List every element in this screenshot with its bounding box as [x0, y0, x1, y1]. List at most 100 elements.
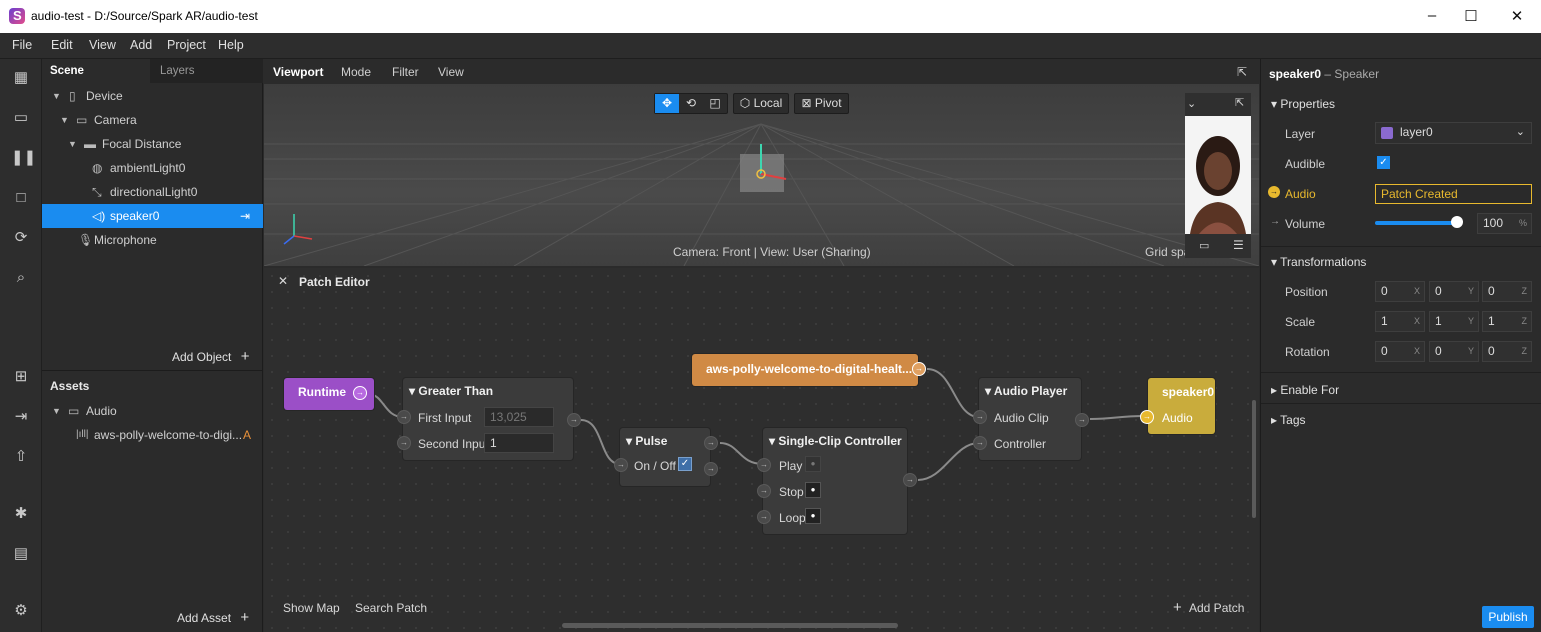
play-pulse-button[interactable]: ●	[805, 456, 821, 472]
player-output-port[interactable]: →	[1075, 413, 1089, 427]
tree-item-ambient-light[interactable]: ◍ ambientLight0	[42, 156, 263, 180]
volume-slider-thumb[interactable]	[1451, 216, 1463, 228]
search-patch-button[interactable]: Search Patch	[355, 601, 427, 615]
tree-item-camera[interactable]: ▼ ▭ Camera	[42, 108, 263, 132]
tree-item-focal-distance[interactable]: ▼ ▬ Focal Distance	[42, 132, 263, 156]
tree-item-microphone[interactable]: 🎙︎ Microphone	[42, 228, 263, 252]
tree-item-speaker[interactable]: ◁) speaker0 ⇥	[42, 204, 263, 228]
audible-checkbox[interactable]: ✓	[1377, 156, 1390, 169]
tags-section[interactable]: ▸ Tags	[1271, 413, 1306, 427]
add-patch-button[interactable]: Add Patch	[1189, 601, 1244, 615]
volume-slider[interactable]	[1375, 221, 1457, 225]
pulse-node[interactable]: ▾ Pulse → On / Off ✓ → →	[614, 428, 718, 486]
tab-scene[interactable]: Scene	[42, 59, 150, 83]
tab-layers[interactable]: Layers	[152, 59, 262, 83]
assets-folder-audio[interactable]: ▼ ▭ Audio	[42, 399, 263, 423]
speaker-audio-input-port[interactable]: →	[1140, 410, 1154, 424]
publish-button[interactable]: Publish	[1482, 606, 1534, 628]
move-tool-icon[interactable]: ✥	[655, 94, 679, 113]
menu-view[interactable]: View	[89, 38, 116, 52]
popout-icon[interactable]: ⇱	[1237, 65, 1247, 79]
clip-output-port[interactable]: →	[903, 473, 917, 487]
tab-mode[interactable]: Mode	[341, 65, 371, 79]
patch-editor[interactable]: ✕ Patch Editor Runtime → ▾ Greater Than …	[264, 268, 1259, 632]
show-map-button[interactable]: Show Map	[283, 601, 340, 615]
vertical-scrollbar[interactable]	[1252, 400, 1256, 518]
add-folder-icon[interactable]: ⊞	[11, 367, 31, 387]
maximize-icon[interactable]: ☐	[1461, 7, 1481, 25]
assets-audio-file[interactable]: |ıll| aws-polly-welcome-to-digi... A	[42, 423, 263, 447]
rotation-y-field[interactable]: 0Y	[1429, 341, 1479, 362]
position-x-field[interactable]: 0X	[1375, 281, 1425, 302]
audio-player-node[interactable]: ▾ Audio Player → Audio Clip → Controller…	[973, 378, 1089, 460]
scale-tool-icon[interactable]: ◰	[703, 94, 727, 113]
enable-for-section[interactable]: ▸ Enable For	[1271, 383, 1339, 397]
tab-view[interactable]: View	[438, 65, 464, 79]
transformations-section[interactable]: ▾ Transformations	[1271, 255, 1366, 269]
second-input-port[interactable]: →	[397, 436, 411, 450]
search-icon[interactable]: ⌕	[11, 268, 31, 288]
audio-asset-node[interactable]: aws-polly-welcome-to-digital-healt... →	[692, 354, 926, 386]
pause-icon[interactable]: ❚❚	[11, 148, 36, 168]
goto-icon[interactable]: ⇥	[240, 204, 250, 228]
loop-pulse-button[interactable]: ●	[805, 508, 821, 524]
play-input-port[interactable]: →	[757, 458, 771, 472]
volume-patch-icon[interactable]: →	[1270, 216, 1280, 227]
upload-icon[interactable]: ⇧	[11, 447, 31, 467]
close-window-icon[interactable]: ✕	[1507, 7, 1527, 25]
first-input-port[interactable]: →	[397, 410, 411, 424]
tree-item-directional-light[interactable]: ⤡ directionalLight0	[42, 180, 263, 204]
scale-x-field[interactable]: 1X	[1375, 311, 1425, 332]
stop-icon[interactable]: □	[11, 188, 31, 208]
popout-icon[interactable]: ⇱	[1235, 96, 1244, 109]
properties-section[interactable]: ▾ Properties	[1271, 97, 1335, 111]
minimize-icon[interactable]: –	[1422, 7, 1442, 25]
asset-output-port[interactable]: →	[912, 362, 926, 376]
add-asset-button[interactable]: Add Asset +	[177, 609, 249, 626]
layout-icon[interactable]: ▦	[11, 68, 31, 88]
camera-icon[interactable]: ▭	[1199, 239, 1209, 252]
menu-file[interactable]: File	[12, 38, 32, 52]
onoff-input-port[interactable]: →	[614, 458, 628, 472]
menu-icon[interactable]: ☰	[1233, 238, 1244, 252]
menu-project[interactable]: Project	[167, 38, 206, 52]
loop-input-port[interactable]: →	[757, 510, 771, 524]
single-clip-controller-node[interactable]: ▾ Single-Clip Controller → Play ● → Stop…	[757, 428, 917, 534]
docs-icon[interactable]: ▤	[11, 544, 31, 564]
menu-help[interactable]: Help	[218, 38, 244, 52]
import-icon[interactable]: ⇥	[11, 407, 31, 427]
scale-y-field[interactable]: 1Y	[1429, 311, 1479, 332]
pulse-output-port-1[interactable]: →	[704, 436, 718, 450]
tab-viewport[interactable]: Viewport	[273, 65, 323, 79]
scale-z-field[interactable]: 1Z	[1482, 311, 1532, 332]
menu-add[interactable]: Add	[130, 38, 152, 52]
stop-input-port[interactable]: →	[757, 484, 771, 498]
speaker-node[interactable]: speaker0 → Audio	[1140, 378, 1215, 434]
audio-clip-input-port[interactable]: →	[973, 410, 987, 424]
controller-input-port[interactable]: →	[973, 436, 987, 450]
second-input-field[interactable]: 1	[484, 433, 554, 453]
position-z-field[interactable]: 0Z	[1482, 281, 1532, 302]
first-input-field[interactable]: 13,025	[484, 407, 554, 427]
menu-edit[interactable]: Edit	[51, 38, 73, 52]
volume-field[interactable]: 100%	[1477, 213, 1532, 234]
layer-select[interactable]: layer0 ⌄	[1375, 122, 1532, 144]
rotation-z-field[interactable]: 0Z	[1482, 341, 1532, 362]
rotation-x-field[interactable]: 0X	[1375, 341, 1425, 362]
audio-patch-indicator-icon[interactable]: →	[1268, 186, 1280, 198]
refresh-icon[interactable]: ⟳	[11, 228, 31, 248]
position-y-field[interactable]: 0Y	[1429, 281, 1479, 302]
greater-than-node[interactable]: ▾ Greater Than → First Input 13,025 → Se…	[397, 378, 581, 460]
settings-gear-icon[interactable]: ⚙	[11, 601, 31, 621]
pulse-output-port-2[interactable]: →	[704, 462, 718, 476]
horizontal-scrollbar[interactable]	[562, 623, 898, 628]
runtime-output-port[interactable]: →	[353, 386, 367, 400]
pivot-button[interactable]: ⊠ Pivot	[794, 93, 849, 114]
tree-item-device[interactable]: ▼ ▯ Device	[42, 84, 263, 108]
greater-than-output-port[interactable]: →	[567, 413, 581, 427]
video-icon[interactable]: ▭	[11, 108, 31, 128]
onoff-checkbox[interactable]: ✓	[678, 457, 692, 471]
add-object-button[interactable]: Add Object +	[172, 348, 249, 365]
rotate-tool-icon[interactable]: ⟲	[679, 94, 703, 113]
bug-icon[interactable]: ✱	[11, 504, 31, 524]
